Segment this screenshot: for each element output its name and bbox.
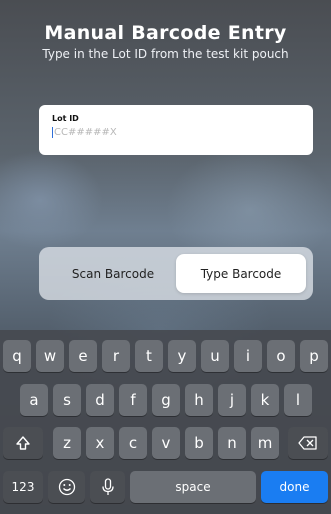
done-key[interactable]: done — [261, 471, 328, 503]
lot-id-card[interactable]: Lot ID — [39, 105, 313, 155]
mode-switch: Scan Barcode Type Barcode — [39, 247, 313, 300]
numbers-key[interactable]: 123 — [3, 471, 43, 503]
backspace-icon — [298, 436, 317, 450]
emoji-key[interactable] — [48, 471, 85, 503]
lot-id-label: Lot ID — [52, 114, 79, 123]
key-g[interactable]: g — [152, 384, 180, 416]
scan-barcode-tab[interactable]: Scan Barcode — [49, 254, 177, 293]
key-u[interactable]: u — [201, 340, 229, 372]
key-j[interactable]: j — [218, 384, 246, 416]
page-title: Manual Barcode Entry — [44, 22, 287, 44]
lot-id-input[interactable] — [52, 127, 294, 138]
key-r[interactable]: r — [102, 340, 130, 372]
key-m[interactable]: m — [251, 427, 279, 459]
page-subtitle: Type in the Lot ID from the test kit pou… — [42, 47, 289, 61]
backspace-key[interactable] — [288, 427, 328, 459]
key-p[interactable]: p — [300, 340, 328, 372]
key-s[interactable]: s — [53, 384, 81, 416]
key-e[interactable]: e — [69, 340, 97, 372]
emoji-icon — [58, 478, 75, 496]
key-q[interactable]: q — [3, 340, 31, 372]
key-y[interactable]: y — [168, 340, 196, 372]
key-h[interactable]: h — [185, 384, 213, 416]
key-t[interactable]: t — [135, 340, 163, 372]
header: Manual Barcode Entry Type in the Lot ID … — [0, 22, 331, 61]
key-o[interactable]: o — [267, 340, 295, 372]
shift-icon — [16, 436, 30, 450]
key-l[interactable]: l — [284, 384, 312, 416]
key-f[interactable]: f — [119, 384, 147, 416]
microphone-icon — [101, 478, 114, 495]
key-z[interactable]: z — [53, 427, 81, 459]
type-barcode-tab[interactable]: Type Barcode — [176, 254, 306, 293]
key-c[interactable]: c — [119, 427, 147, 459]
shift-key[interactable] — [3, 427, 43, 459]
key-a[interactable]: a — [20, 384, 48, 416]
key-k[interactable]: k — [251, 384, 279, 416]
key-i[interactable]: i — [234, 340, 262, 372]
keyboard: q w e r t y u i o p a s d f g h j k l z … — [0, 330, 331, 514]
key-w[interactable]: w — [36, 340, 64, 372]
key-v[interactable]: v — [152, 427, 180, 459]
key-n[interactable]: n — [218, 427, 246, 459]
key-b[interactable]: b — [185, 427, 213, 459]
space-key[interactable]: space — [130, 471, 256, 503]
key-d[interactable]: d — [86, 384, 114, 416]
dictation-key[interactable] — [90, 471, 125, 503]
key-x[interactable]: x — [86, 427, 114, 459]
